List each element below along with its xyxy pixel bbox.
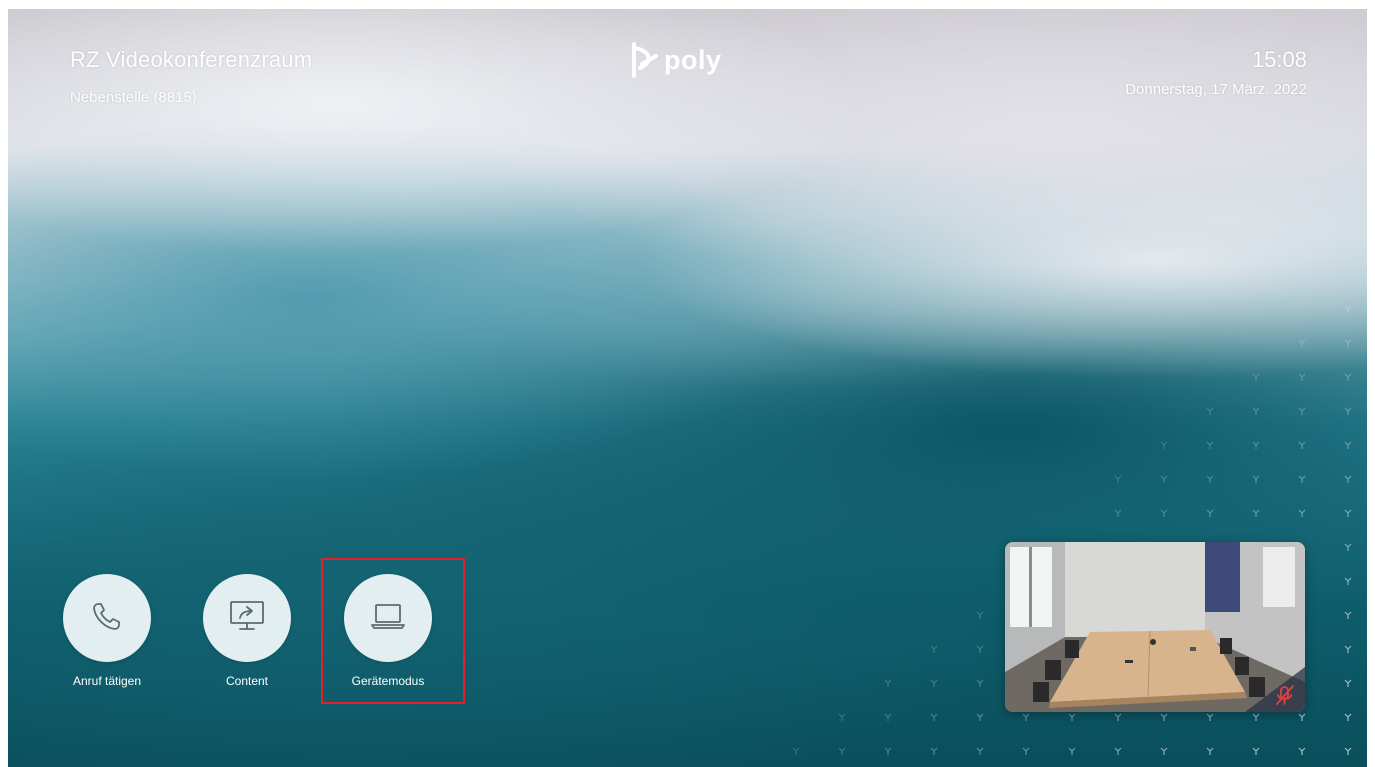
pattern-mark [884, 713, 892, 721]
pattern-mark [930, 645, 938, 653]
pattern-mark [1344, 679, 1352, 687]
pattern-mark [1344, 713, 1352, 721]
pattern-mark [1252, 373, 1260, 381]
pattern-mark [1344, 475, 1352, 483]
clock-time: 15:08 [1251, 47, 1307, 72]
pattern-mark [1344, 305, 1352, 313]
pattern-mark [1206, 713, 1214, 721]
pattern-mark [1298, 373, 1306, 381]
pattern-mark [1344, 543, 1352, 551]
device-mode-button-circle[interactable] [344, 574, 432, 662]
pattern-mark [976, 645, 984, 653]
pattern-mark [1252, 747, 1260, 755]
room-name: RZ Videokonferenzraum [70, 47, 313, 72]
pattern-mark [1344, 747, 1352, 755]
pattern-mark [792, 747, 800, 755]
pattern-mark [1206, 509, 1214, 517]
pattern-mark [884, 747, 892, 755]
poly-logo-icon [628, 40, 658, 85]
pattern-mark [930, 679, 938, 687]
pattern-mark [1206, 407, 1214, 415]
pattern-mark [1114, 475, 1122, 483]
pattern-mark [1344, 373, 1352, 381]
pattern-mark [976, 611, 984, 619]
pattern-mark [1298, 475, 1306, 483]
pattern-mark [1344, 339, 1352, 347]
pattern-mark [1344, 407, 1352, 415]
pattern-mark [1160, 713, 1168, 721]
pattern-mark [1068, 713, 1076, 721]
pattern-mark [930, 747, 938, 755]
pattern-mark [1252, 509, 1260, 517]
laptop-icon [368, 598, 408, 639]
pattern-mark [1206, 475, 1214, 483]
pattern-mark [1298, 509, 1306, 517]
pattern-mark [930, 713, 938, 721]
pattern-mark [1114, 713, 1122, 721]
brand-name: poly [664, 45, 722, 75]
pattern-mark [1022, 747, 1030, 755]
screen-share-icon [227, 598, 267, 639]
pattern-mark [884, 679, 892, 687]
pattern-mark [1160, 509, 1168, 517]
extension-number: Nebenstelle (8815) [70, 89, 197, 106]
pattern-mark [1160, 747, 1168, 755]
call-button-circle[interactable] [63, 574, 151, 662]
clock-date: Donnerstag, 17 März. 2022 [1125, 81, 1307, 98]
pattern-mark [1206, 441, 1214, 449]
pattern-mark [1298, 747, 1306, 755]
pattern-mark [1160, 475, 1168, 483]
pattern-mark [1298, 441, 1306, 449]
phone-icon [89, 598, 125, 639]
pattern-mark [838, 713, 846, 721]
content-button-label: Content [225, 674, 269, 688]
device-mode-button-label: Gerätemodus [351, 674, 425, 688]
pattern-mark [1252, 441, 1260, 449]
pattern-mark [976, 679, 984, 687]
pattern-mark [1298, 713, 1306, 721]
home-screen: RZ Videokonferenzraum Nebenstelle (8815)… [8, 9, 1367, 767]
mute-indicator [1245, 667, 1305, 712]
self-view-preview[interactable] [1005, 542, 1305, 712]
pattern-mark [1160, 441, 1168, 449]
pattern-mark [1252, 407, 1260, 415]
pattern-mark [976, 713, 984, 721]
pattern-mark [1344, 645, 1352, 653]
pattern-mark [1206, 747, 1214, 755]
pattern-mark [976, 747, 984, 755]
pattern-mark [1022, 713, 1030, 721]
pattern-mark [1252, 475, 1260, 483]
pattern-mark [1344, 611, 1352, 619]
pattern-mark [1298, 407, 1306, 415]
device-mode-button[interactable]: Gerätemodus [328, 574, 448, 688]
pattern-mark [838, 747, 846, 755]
call-button[interactable]: Anruf tätigen [47, 574, 167, 688]
pattern-mark [1344, 509, 1352, 517]
pattern-mark [1252, 713, 1260, 721]
brand-logo: poly [628, 40, 722, 85]
pattern-mark [1114, 509, 1122, 517]
pattern-mark [1068, 747, 1076, 755]
pattern-mark [1114, 747, 1122, 755]
content-button[interactable]: Content [187, 574, 307, 688]
call-button-label: Anruf tätigen [72, 674, 142, 688]
pattern-mark [1298, 339, 1306, 347]
pattern-mark [1344, 441, 1352, 449]
content-button-circle[interactable] [203, 574, 291, 662]
pattern-mark [1344, 577, 1352, 585]
